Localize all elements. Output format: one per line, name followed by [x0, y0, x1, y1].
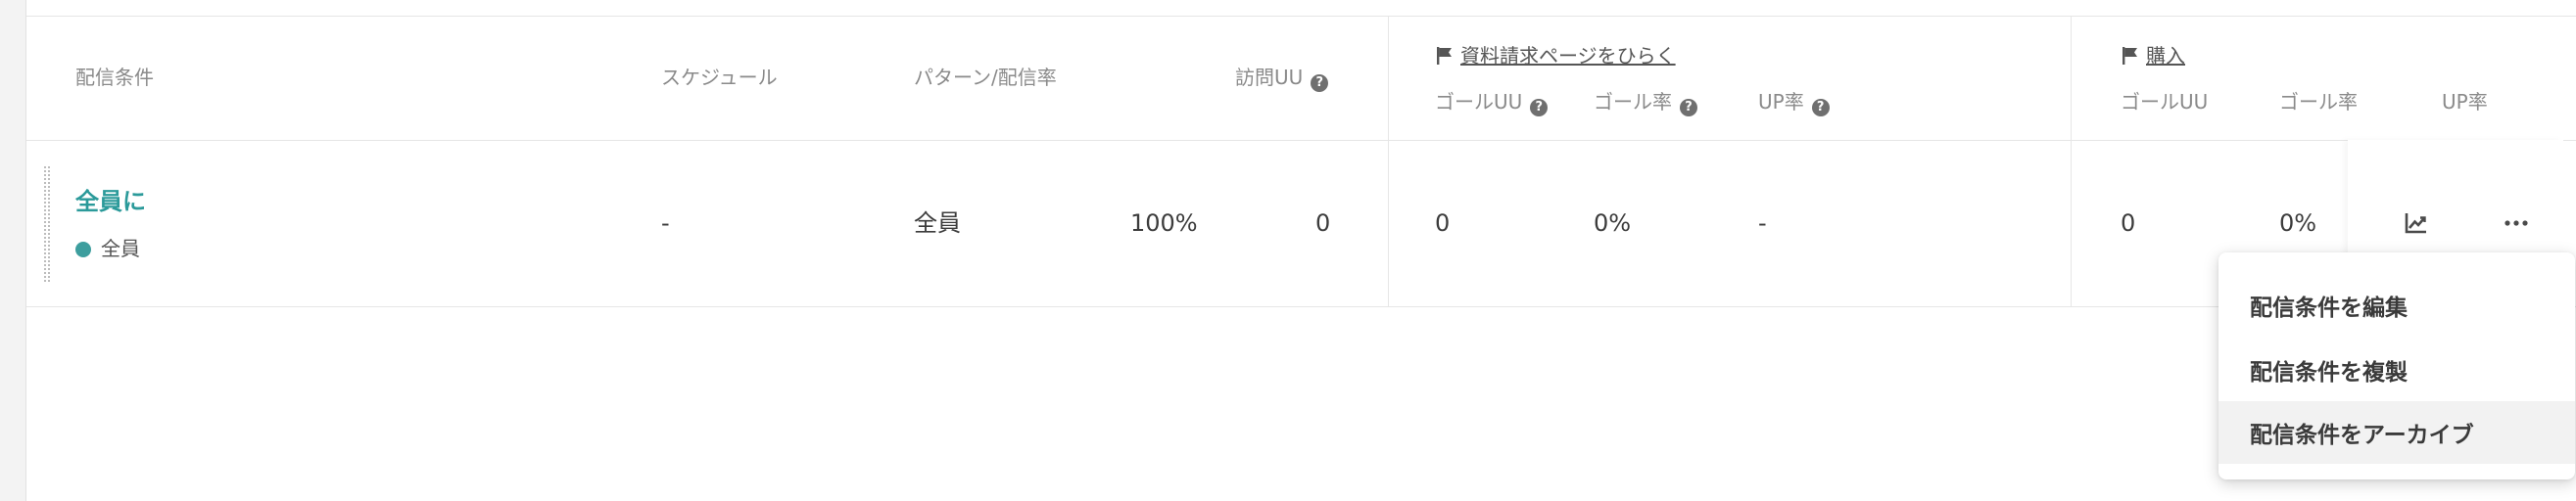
column-header-pattern-rate: パターン/配信率: [914, 66, 1057, 89]
condition-name-link[interactable]: 全員に: [75, 190, 146, 213]
column-header-visit-uu-label: 訪問UU: [1235, 66, 1304, 89]
goal-2-header-goal-rate: ゴール率: [2279, 90, 2358, 114]
goal-name-link[interactable]: 購入: [2146, 44, 2185, 68]
flag-icon: [1437, 47, 1452, 65]
menu-item-edit[interactable]: 配信条件を編集: [2218, 274, 2575, 337]
goal-2-header-up-rate: UP率: [2442, 90, 2488, 114]
row-actions-menu: 配信条件を編集 配信条件を複製 配信条件をアーカイブ: [2218, 252, 2575, 479]
segment-label: 全員: [101, 237, 140, 260]
goal-1-goal-uu-label: ゴールUU: [1435, 90, 1523, 114]
column-header-visit-uu: 訪問UU?: [1235, 66, 1329, 92]
goal-2-header-goal-uu: ゴールUU: [2121, 90, 2209, 114]
goal-1-up-rate-label: UP率: [1758, 90, 1804, 114]
goal-2-goal-uu-value: 0: [2121, 209, 2136, 237]
schedule-value: -: [661, 209, 670, 237]
chart-line-icon[interactable]: [2395, 202, 2438, 245]
goal-1-up-rate-value: -: [1758, 209, 1767, 237]
column-header-condition: 配信条件: [75, 66, 154, 89]
drag-handle[interactable]: [44, 166, 50, 282]
goal-header-2[interactable]: 購入: [2121, 46, 2185, 66]
goal-group-divider-1: [1388, 16, 1389, 306]
goal-1-header-goal-rate: ゴール率?: [1594, 92, 1697, 116]
segment-dot-icon: [75, 242, 91, 257]
question-circle-icon[interactable]: ?: [1311, 74, 1329, 92]
goal-name-link[interactable]: 資料請求ページをひらく: [1460, 44, 1676, 68]
more-horizontal-icon[interactable]: [2495, 202, 2538, 245]
goal-1-goal-rate-label: ゴール率: [1594, 90, 1672, 114]
goal-group-divider-2: [2071, 16, 2072, 306]
flag-icon: [2123, 47, 2137, 65]
pattern-value: 全員: [914, 209, 961, 237]
goal-1-header-goal-uu: ゴールUU?: [1435, 90, 1549, 116]
question-circle-icon[interactable]: ?: [1680, 99, 1697, 116]
rate-value: 100%: [1130, 209, 1198, 237]
goal-header-1[interactable]: 資料請求ページをひらく: [1435, 46, 1676, 66]
goal-1-goal-uu-value: 0: [1435, 209, 1451, 237]
row-bottom-border: [26, 306, 2576, 307]
header-bottom-border: [26, 140, 2576, 141]
visit-uu-value: 0: [1315, 209, 1331, 237]
goal-1-goal-rate-value: 0%: [1594, 209, 1632, 237]
menu-item-archive[interactable]: 配信条件をアーカイブ: [2218, 401, 2575, 464]
conditions-table-panel: 配信条件 スケジュール パターン/配信率 訪問UU? 資料請求ページをひらく ゴ…: [25, 0, 2576, 501]
question-circle-icon[interactable]: ?: [1530, 99, 1549, 116]
segment-badge: 全員: [75, 239, 140, 258]
question-circle-icon[interactable]: ?: [1811, 99, 1830, 116]
column-header-schedule: スケジュール: [661, 66, 778, 89]
menu-item-duplicate[interactable]: 配信条件を複製: [2218, 339, 2575, 401]
goal-2-goal-rate-value: 0%: [2279, 209, 2317, 237]
goal-1-header-up-rate: UP率?: [1758, 92, 1830, 116]
table-top-border: [26, 16, 2576, 17]
